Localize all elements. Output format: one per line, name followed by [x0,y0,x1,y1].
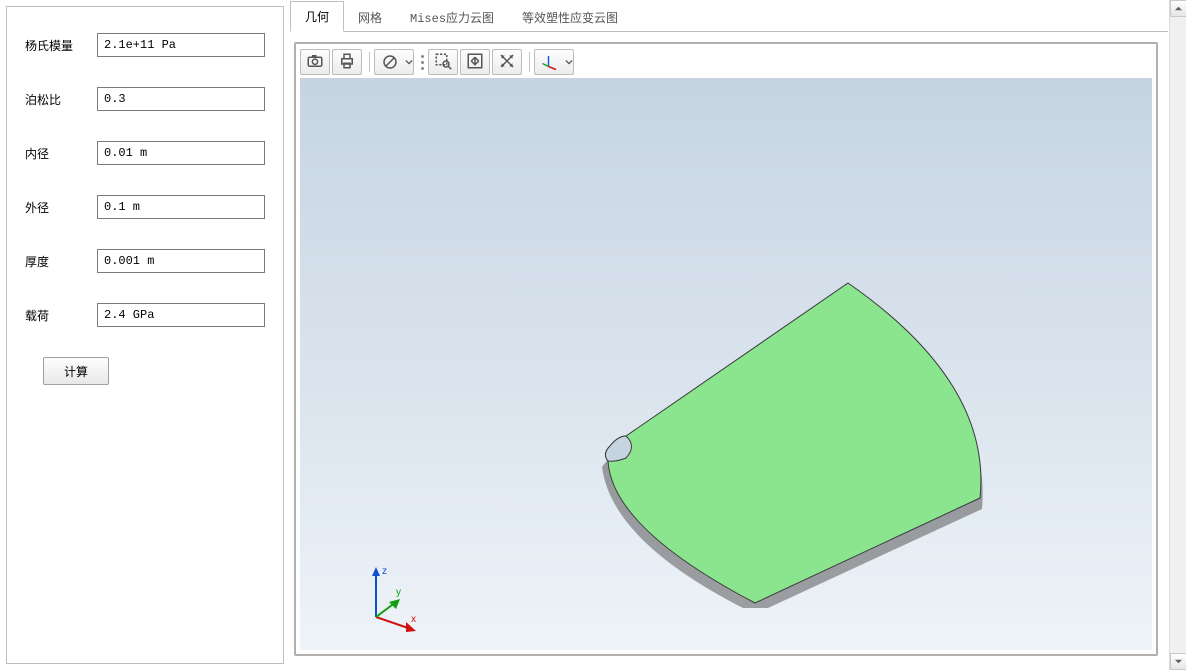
tabs-bar: 几何 网格 Mises应力云图 等效塑性应变云图 [290,6,1168,32]
scroll-up-button[interactable] [1170,0,1186,17]
axis-z-label: z [382,566,387,577]
input-youngs-modulus[interactable] [97,33,265,57]
input-load[interactable] [97,303,265,327]
print-button[interactable] [332,49,362,75]
field-poisson-ratio: 泊松比 [25,87,265,111]
viewport-area: z x y [290,32,1168,664]
vertical-scrollbar[interactable] [1169,0,1186,670]
scroll-down-button[interactable] [1170,653,1186,670]
no-entry-icon [375,53,405,71]
viewport-toolbar [300,48,576,76]
cross-arrows-icon [498,52,516,73]
geometry-shape [440,178,1000,608]
axis-x-label: x [411,614,416,625]
field-inner-radius: 内径 [25,141,265,165]
label-poisson-ratio: 泊松比 [25,91,97,108]
tab-mises[interactable]: Mises应力云图 [396,3,508,32]
axis-triad: z x y [356,562,426,632]
app-root: 杨氏模量 泊松比 内径 外径 厚度 载荷 [0,0,1186,670]
toolbar-dot-separator [419,49,425,75]
axis-triad-icon [535,53,565,71]
input-poisson-ratio[interactable] [97,87,265,111]
input-outer-radius[interactable] [97,195,265,219]
compute-wrap: 计算 [25,357,265,385]
label-load: 载荷 [25,307,97,324]
properties-panel: 杨氏模量 泊松比 内径 外径 厚度 载荷 [6,6,284,664]
toolbar-separator [364,52,374,72]
label-outer-radius: 外径 [25,199,97,216]
input-thickness[interactable] [97,249,265,273]
tab-geometry[interactable]: 几何 [290,1,344,32]
fit-view-button[interactable] [460,49,490,75]
properties-form: 杨氏模量 泊松比 内径 外径 厚度 载荷 [7,7,283,385]
pan-button[interactable] [492,49,522,75]
snapshot-button[interactable] [300,49,330,75]
field-thickness: 厚度 [25,249,265,273]
viewport-canvas[interactable]: z x y [300,78,1152,650]
label-youngs-modulus: 杨氏模量 [25,37,97,54]
chevron-down-icon [565,49,573,75]
axis-triad-button[interactable] [534,49,574,75]
chevron-down-icon [405,49,413,75]
hide-show-button[interactable] [374,49,414,75]
tab-mesh[interactable]: 网格 [344,3,396,32]
toolbar-separator [524,52,534,72]
camera-icon [306,52,324,73]
zoom-box-button[interactable] [428,49,458,75]
field-load: 载荷 [25,303,265,327]
field-youngs-modulus: 杨氏模量 [25,33,265,57]
print-icon [338,52,356,73]
viewport-frame: z x y [294,42,1158,656]
label-inner-radius: 内径 [25,145,97,162]
input-inner-radius[interactable] [97,141,265,165]
label-thickness: 厚度 [25,253,97,270]
tab-peeq[interactable]: 等效塑性应变云图 [508,3,632,32]
compute-button[interactable]: 计算 [43,357,109,385]
zoom-box-icon [434,52,452,73]
field-outer-radius: 外径 [25,195,265,219]
axis-y-label: y [396,587,401,598]
fit-view-icon [466,52,484,73]
